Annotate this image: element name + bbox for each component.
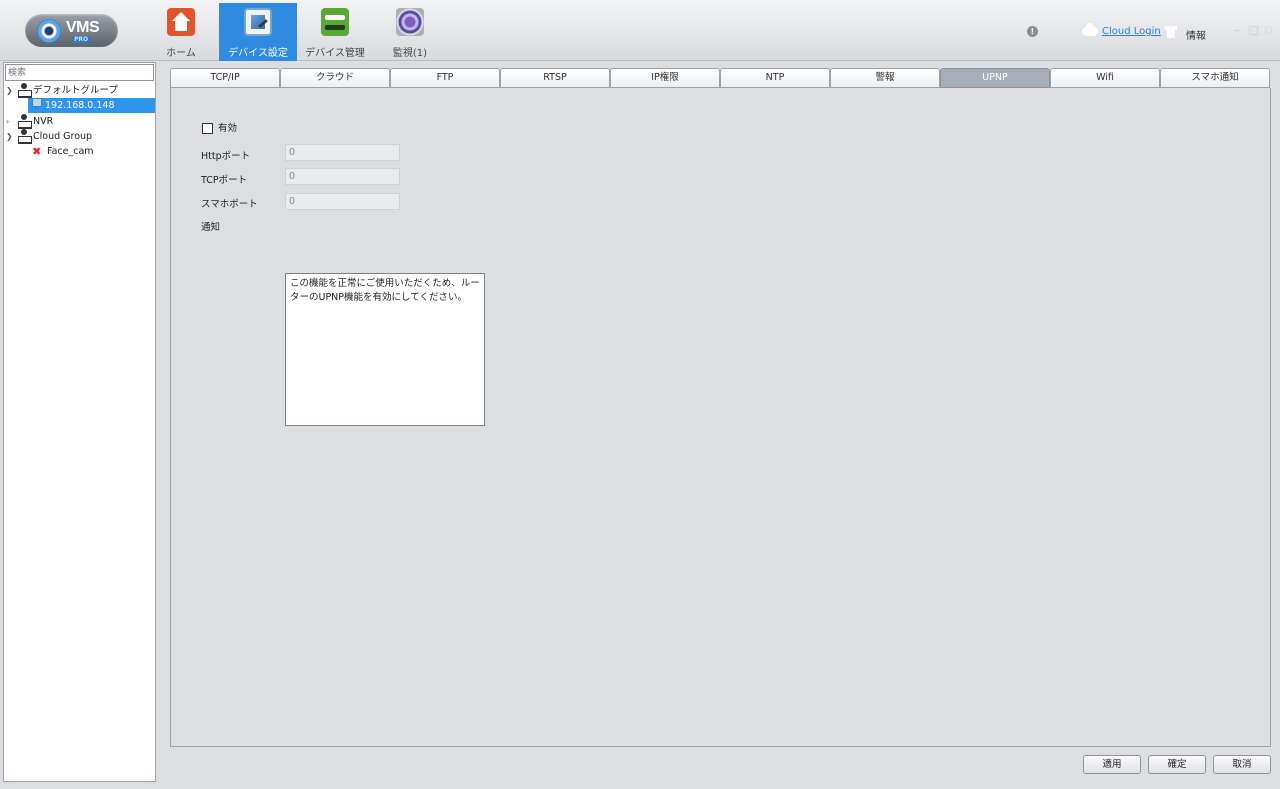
- cloud-login-link[interactable]: Cloud Login: [1102, 26, 1161, 37]
- tree-item-label: デフォルトグループ: [33, 85, 118, 96]
- tree-item-camera-192-168-0-148[interactable]: 192.168.0.148: [28, 98, 155, 113]
- monitor-icon: [396, 8, 424, 36]
- nav-home-label: ホーム: [166, 48, 196, 59]
- nav-device-management-label: デバイス管理: [305, 48, 365, 59]
- apply-button[interactable]: 適用: [1083, 755, 1141, 774]
- home-icon: [167, 8, 195, 36]
- http-port-label: Httpポート: [201, 151, 251, 162]
- tab-ftp[interactable]: FTP: [390, 68, 500, 88]
- close-button[interactable]: ✕: [1264, 24, 1273, 37]
- enable-label: 有効: [218, 123, 238, 134]
- tree-item-label: 192.168.0.148: [45, 100, 115, 111]
- tab-upnp[interactable]: UPNP: [940, 68, 1050, 88]
- device-settings-icon: [244, 8, 272, 36]
- tree-item-nvr[interactable]: › NVR: [6, 114, 53, 129]
- logo-text: VMS: [66, 19, 100, 36]
- tab-ip-permission[interactable]: IP権限: [610, 68, 720, 88]
- offline-x-icon: ✖: [32, 145, 42, 158]
- chevron-down-icon[interactable]: ❯: [6, 83, 14, 98]
- settings-tabs: TCP/IP クラウド FTP RTSP IP権限 NTP 警報 UPNP Wi…: [170, 68, 1271, 88]
- top-bar: VMS PRO ホーム デバイス設定 デバイス管理 監視(1) ! Cloud …: [0, 0, 1280, 61]
- shirt-icon[interactable]: [1165, 26, 1177, 38]
- tcp-port-input[interactable]: [285, 168, 400, 185]
- mobile-port-input[interactable]: [285, 193, 400, 210]
- nav-device-management-button[interactable]: デバイス管理: [296, 3, 374, 61]
- tree-item-label: Face_cam: [47, 146, 94, 157]
- nav-device-settings-label: デバイス設定: [228, 48, 288, 59]
- tab-ntp[interactable]: NTP: [720, 68, 830, 88]
- tab-tcp-ip[interactable]: TCP/IP: [170, 68, 280, 88]
- tree-item-default-group[interactable]: ❯ デフォルトグループ: [6, 83, 118, 98]
- camera-icon: [31, 98, 42, 109]
- ok-button[interactable]: 確定: [1148, 755, 1206, 774]
- tab-mobile-notification[interactable]: スマホ通知: [1160, 68, 1270, 88]
- tab-wifi[interactable]: Wifi: [1050, 68, 1160, 88]
- logo-badge: PRO: [72, 36, 91, 43]
- group-icon: [18, 129, 32, 144]
- group-icon: [18, 83, 32, 98]
- app-logo: VMS PRO: [25, 14, 118, 47]
- chevron-right-icon[interactable]: ›: [6, 114, 14, 129]
- tab-cloud[interactable]: クラウド: [280, 68, 390, 88]
- minimize-button[interactable]: –: [1234, 24, 1240, 37]
- http-port-input[interactable]: [285, 144, 400, 161]
- chevron-down-icon[interactable]: ❯: [6, 129, 14, 144]
- cloud-icon: [1082, 23, 1098, 36]
- device-tree-sidebar: ❯ デフォルトグループ 192.168.0.148 › NVR ❯ Cloud Gro…: [3, 62, 156, 782]
- nav-home-button[interactable]: ホーム: [142, 3, 220, 61]
- cancel-button[interactable]: 取消: [1213, 755, 1271, 774]
- device-management-icon: [321, 8, 349, 36]
- nav-monitor-label: 監視(1): [392, 48, 428, 59]
- tab-alarm[interactable]: 警報: [830, 68, 940, 88]
- maximize-button[interactable]: □: [1249, 24, 1259, 37]
- info-label[interactable]: 情報: [1186, 27, 1206, 42]
- enable-checkbox[interactable]: [202, 123, 213, 134]
- notice-label: 通知: [201, 222, 221, 233]
- alert-status-icon[interactable]: !: [1027, 26, 1038, 37]
- tcp-port-label: TCPポート: [201, 175, 248, 186]
- tree-item-face-cam[interactable]: ✖ Face_cam: [32, 144, 94, 159]
- tree-item-cloud-group[interactable]: ❯ Cloud Group: [6, 129, 92, 144]
- notice-textbox: この機能を正常にご使用いただくため、ルーターのUPNP機能を有効にしてください。: [285, 273, 485, 426]
- mobile-port-label: スマホポート: [201, 199, 258, 210]
- nav-monitor-button[interactable]: 監視(1): [371, 3, 449, 61]
- group-icon: [18, 114, 32, 129]
- search-input[interactable]: [5, 64, 154, 81]
- tree-item-label: Cloud Group: [33, 131, 93, 142]
- nav-device-settings-button[interactable]: デバイス設定: [219, 3, 297, 61]
- camera-eye-icon: [37, 19, 61, 43]
- tab-rtsp[interactable]: RTSP: [500, 68, 610, 88]
- tree-item-label: NVR: [33, 116, 54, 127]
